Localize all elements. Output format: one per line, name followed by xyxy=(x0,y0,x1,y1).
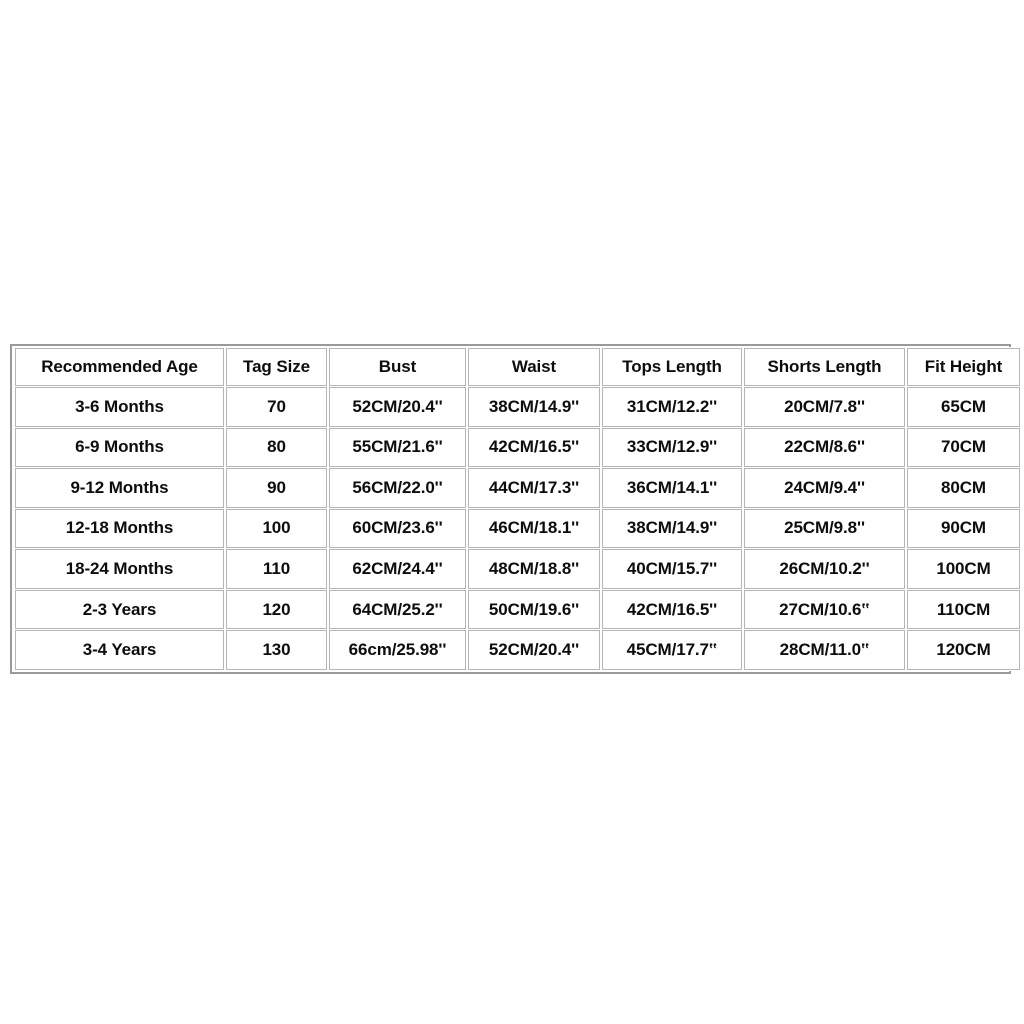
column-header-recommended-age: Recommended Age xyxy=(15,348,224,386)
cell-fit-height: 120CM xyxy=(907,630,1020,670)
cell-bust: 60CM/23.6'' xyxy=(329,508,466,549)
table-row: 3-6 Months 70 52CM/20.4'' 38CM/14.9'' 31… xyxy=(15,387,1020,427)
cell-shorts-length: 20CM/7.8'' xyxy=(744,387,905,427)
cell-tag-size: 90 xyxy=(226,468,327,508)
cell-bust: 52CM/20.4'' xyxy=(329,387,466,427)
cell-shorts-length: 27CM/10.6‟ xyxy=(744,589,905,630)
cell-tops-length: 38CM/14.9'' xyxy=(602,508,742,549)
cell-tops-length: 36CM/14.1'' xyxy=(602,468,742,508)
column-header-tops-length: Tops Length xyxy=(602,348,742,386)
cell-recommended-age: 6-9 Months xyxy=(15,427,224,468)
cell-tops-length: 40CM/15.7'' xyxy=(602,549,742,589)
cell-waist: 48CM/18.8'' xyxy=(468,549,600,589)
cell-waist: 44CM/17.3'' xyxy=(468,468,600,508)
table-row: 2-3 Years 120 64CM/25.2'' 50CM/19.6'' 42… xyxy=(15,589,1020,630)
column-header-waist: Waist xyxy=(468,348,600,386)
table-header: Recommended Age Tag Size Bust Waist Tops… xyxy=(15,348,1020,386)
table-row: 9-12 Months 90 56CM/22.0'' 44CM/17.3'' 3… xyxy=(15,468,1020,508)
header-row: Recommended Age Tag Size Bust Waist Tops… xyxy=(15,348,1020,386)
cell-bust: 66cm/25.98'' xyxy=(329,630,466,670)
table-row: 12-18 Months 100 60CM/23.6'' 46CM/18.1''… xyxy=(15,508,1020,549)
cell-tops-length: 33CM/12.9'' xyxy=(602,427,742,468)
cell-recommended-age: 9-12 Months xyxy=(15,468,224,508)
cell-tops-length: 42CM/16.5'' xyxy=(602,589,742,630)
cell-waist: 38CM/14.9'' xyxy=(468,387,600,427)
table-row: 18-24 Months 110 62CM/24.4'' 48CM/18.8''… xyxy=(15,549,1020,589)
cell-bust: 56CM/22.0'' xyxy=(329,468,466,508)
cell-shorts-length: 24CM/9.4'' xyxy=(744,468,905,508)
cell-bust: 55CM/21.6'' xyxy=(329,427,466,468)
cell-recommended-age: 18-24 Months xyxy=(15,549,224,589)
column-header-bust: Bust xyxy=(329,348,466,386)
cell-fit-height: 90CM xyxy=(907,508,1020,549)
size-chart-table: Recommended Age Tag Size Bust Waist Tops… xyxy=(13,347,1022,671)
table-row: 3-4 Years 130 66cm/25.98'' 52CM/20.4'' 4… xyxy=(15,630,1020,670)
cell-recommended-age: 2-3 Years xyxy=(15,589,224,630)
cell-shorts-length: 25CM/9.8'' xyxy=(744,508,905,549)
column-header-fit-height: Fit Height xyxy=(907,348,1020,386)
cell-fit-height: 80CM xyxy=(907,468,1020,508)
cell-recommended-age: 3-6 Months xyxy=(15,387,224,427)
size-chart-container: Recommended Age Tag Size Bust Waist Tops… xyxy=(10,344,1022,674)
cell-shorts-length: 28CM/11.0‟ xyxy=(744,630,905,670)
cell-tag-size: 100 xyxy=(226,508,327,549)
cell-fit-height: 70CM xyxy=(907,427,1020,468)
cell-waist: 46CM/18.1'' xyxy=(468,508,600,549)
column-header-tag-size: Tag Size xyxy=(226,348,327,386)
cell-recommended-age: 12-18 Months xyxy=(15,508,224,549)
cell-fit-height: 65CM xyxy=(907,387,1020,427)
cell-tag-size: 120 xyxy=(226,589,327,630)
cell-waist: 42CM/16.5'' xyxy=(468,427,600,468)
column-header-shorts-length: Shorts Length xyxy=(744,348,905,386)
cell-bust: 64CM/25.2'' xyxy=(329,589,466,630)
cell-shorts-length: 26CM/10.2'' xyxy=(744,549,905,589)
cell-recommended-age: 3-4 Years xyxy=(15,630,224,670)
cell-tag-size: 130 xyxy=(226,630,327,670)
table-row: 6-9 Months 80 55CM/21.6'' 42CM/16.5'' 33… xyxy=(15,427,1020,468)
cell-fit-height: 110CM xyxy=(907,589,1020,630)
cell-tops-length: 31CM/12.2'' xyxy=(602,387,742,427)
cell-tops-length: 45CM/17.7‟ xyxy=(602,630,742,670)
cell-tag-size: 80 xyxy=(226,427,327,468)
cell-shorts-length: 22CM/8.6'' xyxy=(744,427,905,468)
cell-waist: 50CM/19.6'' xyxy=(468,589,600,630)
table-body: 3-6 Months 70 52CM/20.4'' 38CM/14.9'' 31… xyxy=(15,387,1020,670)
cell-waist: 52CM/20.4'' xyxy=(468,630,600,670)
cell-fit-height: 100CM xyxy=(907,549,1020,589)
cell-tag-size: 110 xyxy=(226,549,327,589)
cell-bust: 62CM/24.4'' xyxy=(329,549,466,589)
cell-tag-size: 70 xyxy=(226,387,327,427)
